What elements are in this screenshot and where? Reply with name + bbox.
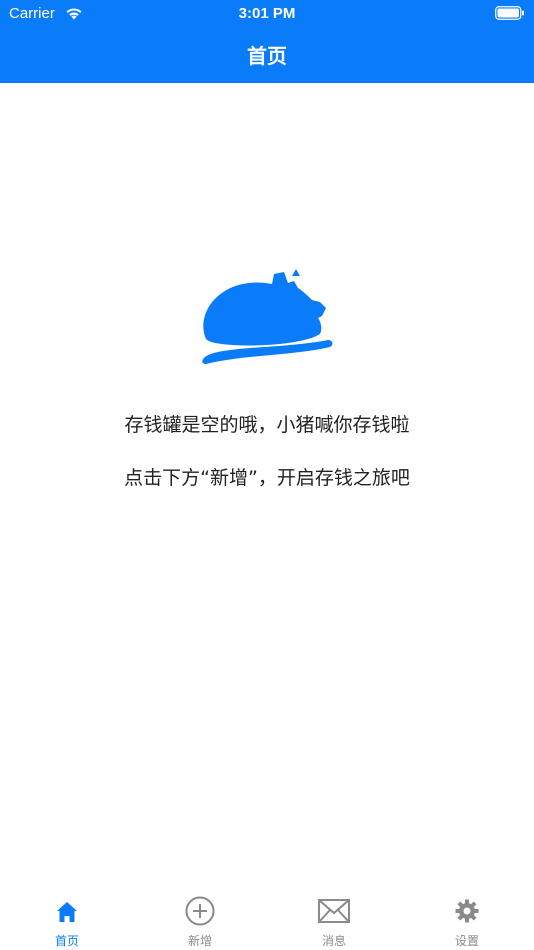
piggy-bank-icon xyxy=(202,269,333,364)
mail-icon xyxy=(318,899,350,923)
tab-add[interactable]: 新增 xyxy=(133,883,267,950)
home-icon xyxy=(57,902,77,922)
tab-messages[interactable]: 消息 xyxy=(267,883,401,950)
empty-message-line-2: 点击下方“新增”，开启存钱之旅吧 xyxy=(124,467,410,489)
battery-full-icon xyxy=(495,6,524,20)
status-bar: Carrier 3:01 PM xyxy=(0,0,534,28)
tab-label-messages: 消息 xyxy=(321,934,346,948)
tab-bar: 首页 新增 消息 设置 xyxy=(0,883,534,950)
gear-icon xyxy=(455,899,479,923)
empty-message-line-1: 存钱罐是空的哦，小猪喊你存钱啦 xyxy=(124,414,410,436)
plus-circle-icon xyxy=(185,896,215,926)
tab-label-add: 新增 xyxy=(187,934,212,948)
tab-label-home: 首页 xyxy=(54,934,79,948)
clock: 3:01 PM xyxy=(238,5,296,22)
tab-label-settings: 设置 xyxy=(454,934,479,948)
empty-state: 存钱罐是空的哦，小猪喊你存钱啦 点击下方“新增”，开启存钱之旅吧 xyxy=(0,83,534,883)
page-title: 首页 xyxy=(247,44,287,68)
tab-settings[interactable]: 设置 xyxy=(400,883,534,950)
navigation-header: Carrier 3:01 PM 首页 xyxy=(0,0,534,83)
tab-home[interactable]: 首页 xyxy=(0,883,134,950)
